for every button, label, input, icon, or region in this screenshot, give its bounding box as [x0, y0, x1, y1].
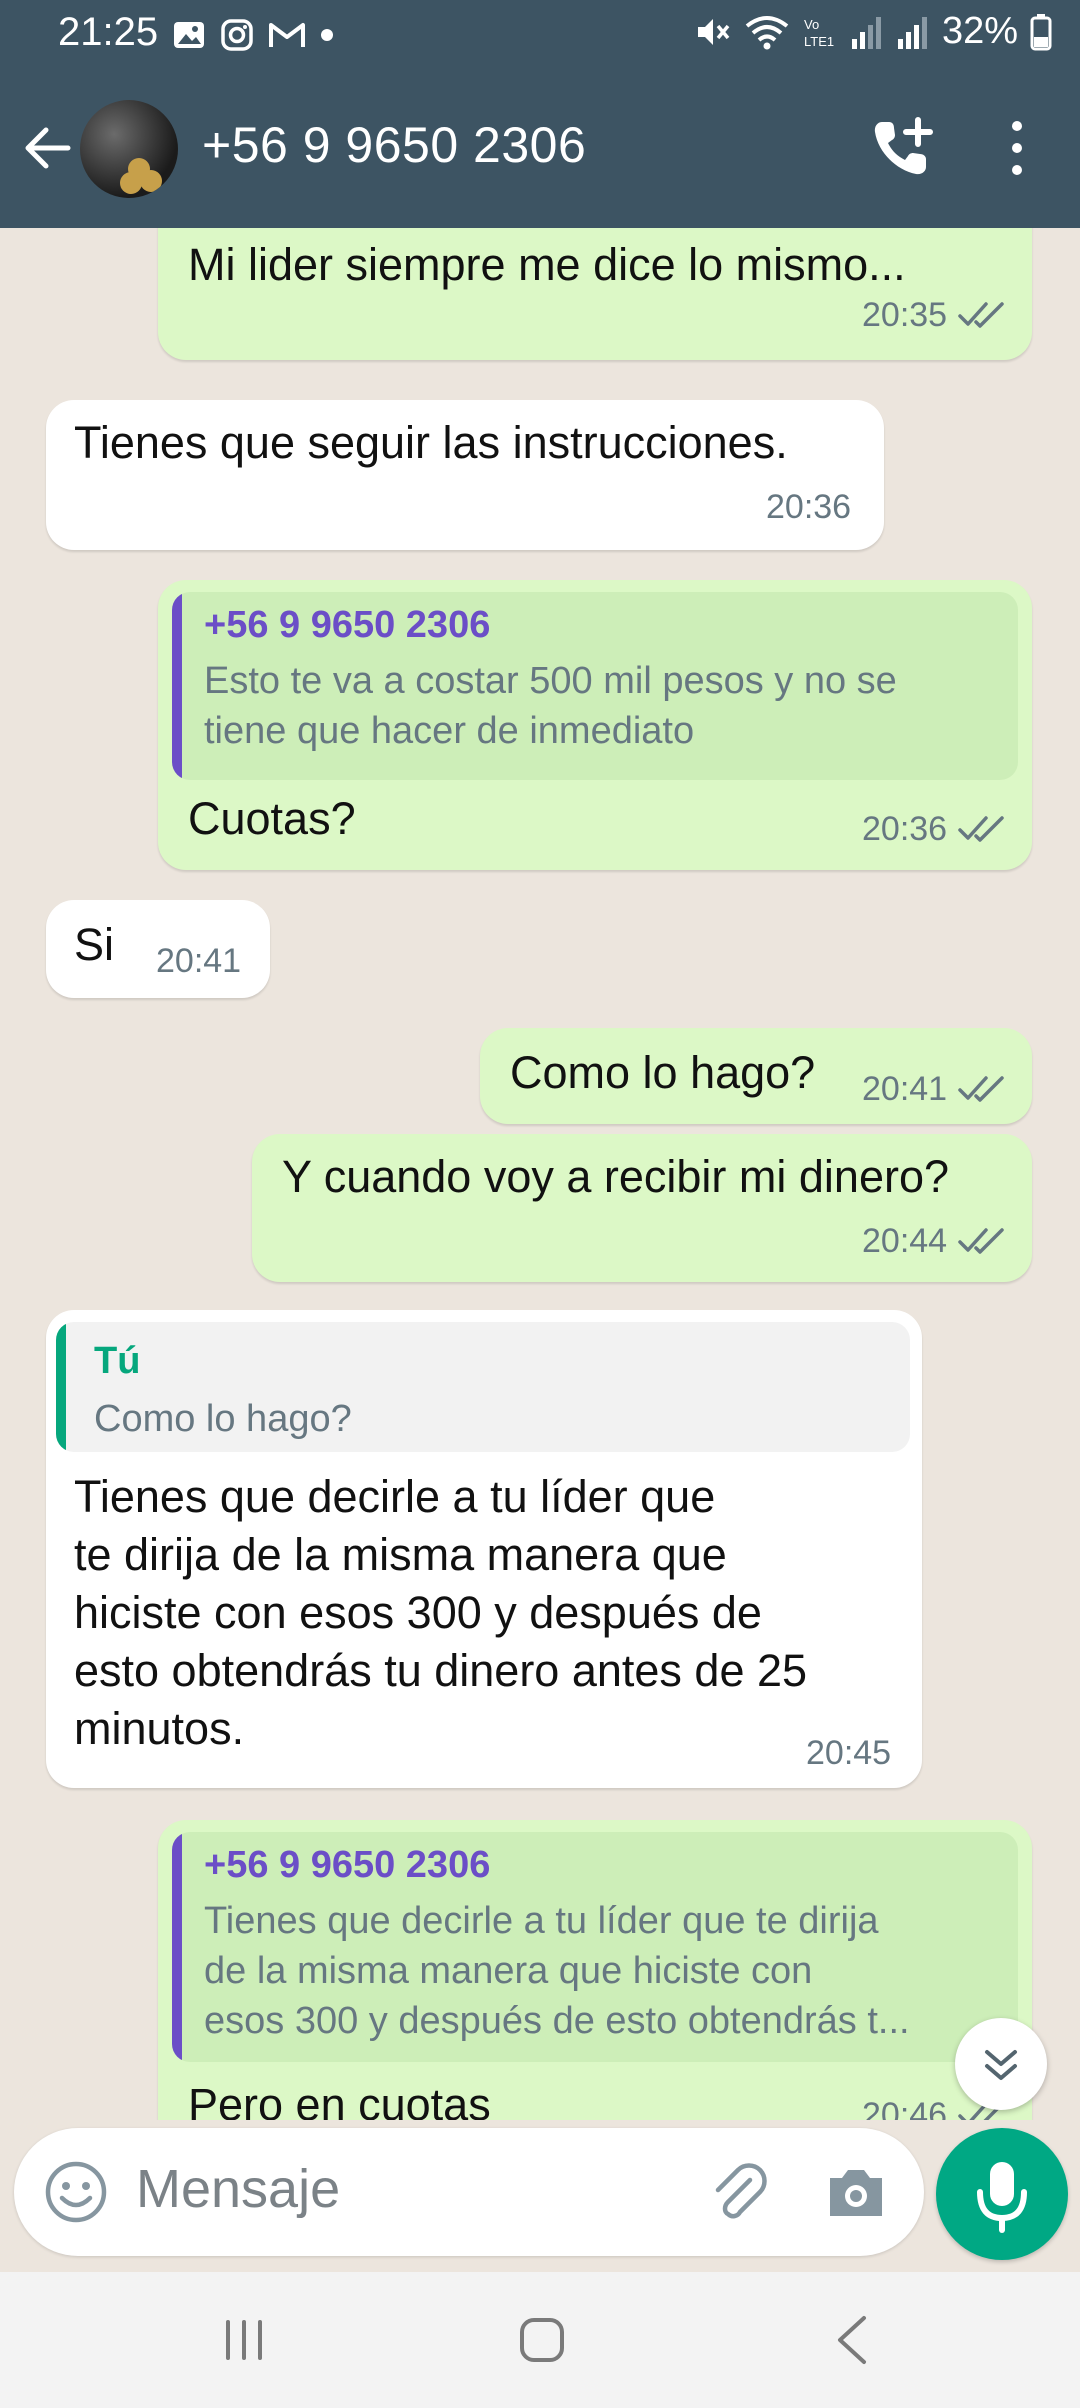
quoted-text: Esto te va a costar 500 mil pesos y no s… — [204, 660, 897, 702]
system-nav-bar — [0, 2272, 1080, 2408]
volte-icon: Vo LTE1 — [804, 17, 834, 49]
mute-icon — [697, 18, 730, 45]
mic-icon — [977, 2162, 1027, 2233]
read-ticks-icon — [958, 1076, 1004, 1102]
chat-header: +56 9 9650 2306 — [0, 70, 1080, 228]
message-text: minutos. — [74, 1703, 245, 1754]
message-time: 20:45 — [806, 1734, 892, 1772]
battery-percent: 32% — [941, 10, 1018, 52]
status-right-icons: Vo LTE1 32% — [694, 10, 1052, 53]
quote-accent-bar — [172, 592, 182, 780]
outgoing-message[interactable]: +56 9 9650 2306 Esto te va a costar 500 … — [158, 580, 1032, 870]
message-text: te dirija de la misma manera que — [74, 1529, 727, 1580]
signal-icon — [897, 16, 927, 49]
message-input[interactable]: Mensaje — [136, 2158, 340, 2220]
incoming-message[interactable]: Tienes que seguir las instrucciones. 20:… — [46, 400, 884, 550]
outgoing-message[interactable]: Y cuando voy a recibir mi dinero? 20:44 — [252, 1134, 1032, 1282]
read-ticks-icon — [958, 1228, 1004, 1254]
quoted-sender: +56 9 9650 2306 — [204, 1844, 491, 1886]
message-time: 20:36 — [862, 810, 948, 848]
recent-apps-icon[interactable] — [220, 2316, 268, 2364]
quoted-text: Como lo hago? — [94, 1398, 352, 1440]
scroll-to-bottom-button[interactable] — [955, 2018, 1047, 2110]
outgoing-message[interactable]: Mi lider siempre me dice lo mismo... 20:… — [158, 228, 1032, 360]
more-vert-icon[interactable] — [1000, 118, 1034, 178]
add-call-icon[interactable] — [868, 112, 938, 182]
dot-icon — [321, 29, 333, 41]
avatar[interactable] — [80, 100, 178, 198]
quoted-sender: +56 9 9650 2306 — [204, 604, 491, 646]
home-icon[interactable] — [518, 2316, 566, 2364]
message-text: Si — [74, 919, 115, 970]
instagram-icon — [221, 19, 253, 51]
message-text: hiciste con esos 300 y después de — [74, 1587, 762, 1638]
battery-icon — [1030, 13, 1052, 50]
message-time: 20:41 — [862, 1070, 948, 1108]
outgoing-message[interactable]: +56 9 9650 2306 Tienes que decirle a tu … — [158, 1820, 1032, 2120]
message-time: 20:35 — [862, 296, 948, 334]
wifi-icon — [745, 15, 789, 49]
quoted-text: Tienes que decirle a tu líder que te dir… — [204, 1900, 879, 1942]
emoji-icon[interactable] — [42, 2158, 110, 2226]
quoted-message[interactable]: +56 9 9650 2306 Esto te va a costar 500 … — [172, 592, 1018, 780]
quoted-text: tiene que hacer de inmediato — [204, 710, 695, 752]
attach-icon[interactable] — [704, 2158, 772, 2226]
signal-icon — [851, 16, 881, 49]
svg-text:Vo: Vo — [804, 17, 819, 32]
message-text: esto obtendrás tu dinero antes de 25 — [74, 1645, 808, 1696]
message-text: Y cuando voy a recibir mi dinero? — [282, 1151, 950, 1202]
contact-name[interactable]: +56 9 9650 2306 — [202, 116, 586, 174]
voice-message-button[interactable] — [936, 2128, 1068, 2260]
status-bar: 21:25 Vo LTE1 32% — [0, 0, 1080, 70]
outgoing-message[interactable]: Como lo hago? 20:41 — [480, 1028, 1032, 1124]
message-text: Tienes que seguir las instrucciones. — [74, 417, 788, 468]
message-text: Cuotas? — [188, 793, 356, 844]
read-ticks-icon — [958, 302, 1004, 328]
quoted-sender: Tú — [94, 1340, 141, 1382]
message-list[interactable]: Mi lider siempre me dice lo mismo... 20:… — [0, 228, 1080, 2120]
gallery-icon — [174, 22, 204, 48]
message-time: 20:44 — [862, 1222, 948, 1260]
quoted-text: de la misma manera que hiciste con — [204, 1950, 813, 1992]
message-time: 20:46 — [862, 2096, 948, 2120]
nav-back-icon[interactable] — [832, 2314, 872, 2366]
quote-accent-bar — [56, 1322, 66, 1452]
quoted-message[interactable]: Tú Como lo hago? — [56, 1322, 910, 1452]
incoming-message[interactable]: Si 20:41 — [46, 900, 270, 998]
message-text: Mi lider siempre me dice lo mismo... — [188, 239, 906, 290]
quote-accent-bar — [172, 1832, 182, 2062]
read-ticks-icon — [958, 816, 1004, 842]
gmail-icon — [269, 23, 305, 47]
svg-text:LTE1: LTE1 — [804, 34, 834, 49]
message-composer[interactable]: Mensaje — [14, 2128, 924, 2256]
avatar-detail — [140, 170, 162, 192]
back-arrow-icon[interactable] — [20, 120, 76, 176]
double-chevron-down-icon — [985, 2050, 1017, 2080]
message-text: Pero en cuotas — [188, 2079, 491, 2120]
status-left-icons — [172, 18, 334, 52]
avatar-detail — [120, 172, 142, 194]
camera-icon[interactable] — [824, 2162, 888, 2222]
message-time: 20:41 — [156, 942, 242, 980]
incoming-message[interactable]: Tú Como lo hago? Tienes que decirle a tu… — [46, 1310, 922, 1788]
message-text: Como lo hago? — [510, 1047, 816, 1098]
message-text: Tienes que decirle a tu líder que — [74, 1471, 716, 1522]
status-time: 21:25 — [58, 10, 159, 54]
message-time: 20:36 — [766, 488, 852, 526]
quoted-message[interactable]: +56 9 9650 2306 Tienes que decirle a tu … — [172, 1832, 1018, 2062]
quoted-text: esos 300 y después de esto obtendrás t..… — [204, 2000, 910, 2042]
